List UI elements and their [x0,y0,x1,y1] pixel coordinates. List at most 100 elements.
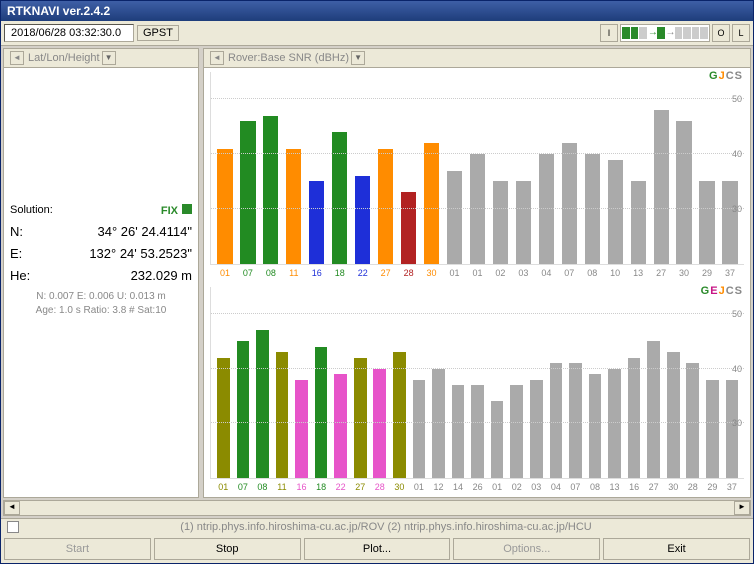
sat-bar: 30 [674,72,694,264]
sat-label: 28 [685,482,702,492]
stop-button[interactable]: Stop [154,538,301,560]
scroll-left-icon[interactable]: ◄ [4,501,20,515]
fix-indicator-icon [182,204,192,214]
age-ratio-stats: Age: 1.0 s Ratio: 3.8 # Sat:10 [10,304,192,318]
sat-bar: 07 [238,72,258,264]
sat-bar: 27 [352,287,369,479]
sat-label: 11 [284,268,304,278]
sat-bar: 01 [467,72,487,264]
sat-label: 27 [376,268,396,278]
sat-bar: 30 [422,72,442,264]
sat-bar: 07 [567,287,584,479]
sat-label: 01 [489,482,506,492]
sat-label: 27 [651,268,671,278]
exit-button[interactable]: Exit [603,538,750,560]
main-area: ◄ Lat/Lon/Height ▼ Solution: FIX N:34° 2… [1,46,753,500]
sat-bar: 01 [215,72,235,264]
sat-bar: 30 [391,287,408,479]
sat-bar: 04 [536,72,556,264]
sat-bar: 27 [651,72,671,264]
datetime-display: 2018/06/28 03:32:30.0 [4,24,134,42]
horizontal-scrollbar[interactable]: ◄ ► [3,500,751,516]
sat-label: 01 [215,482,232,492]
button-bar: Start Stop Plot... Options... Exit [1,535,753,563]
sat-bar: 08 [582,72,602,264]
sat-label: 11 [274,482,291,492]
sat-label: 08 [254,482,271,492]
gpst-button[interactable]: GPST [137,25,179,41]
sat-label: 16 [293,482,310,492]
indicator-l[interactable]: L [732,24,750,42]
sat-label: 07 [235,482,252,492]
sat-bar: 16 [293,287,310,479]
sat-label: 28 [399,268,419,278]
sat-bar: 02 [490,72,510,264]
sat-label: 28 [372,482,389,492]
indicator-o[interactable]: O [712,24,730,42]
sat-bar: 12 [430,287,447,479]
sat-bar: 27 [376,72,396,264]
status-text: (1) ntrip.phys.info.hiroshima-cu.ac.jp/R… [25,521,747,533]
sat-label: 22 [332,482,349,492]
left-prev-icon[interactable]: ◄ [10,51,24,65]
sat-label: 16 [626,482,643,492]
sat-bar: 01 [489,287,506,479]
left-dropdown-icon[interactable]: ▼ [102,51,116,65]
status-checkbox[interactable] [7,521,19,533]
sat-bar: 07 [235,287,252,479]
sat-bar: 02 [508,287,525,479]
sat-label: 13 [628,268,648,278]
sat-bar: 18 [330,72,350,264]
sat-bar: 08 [261,72,281,264]
sat-bar: 03 [528,287,545,479]
right-dropdown-icon[interactable]: ▼ [351,51,365,65]
snr-panel: ◄ Rover:Base SNR (dBHz) ▼ GJCS 010708111… [203,48,751,498]
sat-label: 08 [587,482,604,492]
accuracy-stats: N: 0.007 E: 0.006 U: 0.013 m [10,290,192,304]
sat-label: 14 [450,482,467,492]
height-label: He: [10,268,36,283]
lon-label: E: [10,246,36,261]
solution-panel-header: ◄ Lat/Lon/Height ▼ [4,49,198,68]
sat-label: 27 [352,482,369,492]
sat-label: 03 [513,268,533,278]
lat-value: 34° 26' 24.4114" [36,224,192,239]
plot-button[interactable]: Plot... [304,538,451,560]
sat-bar: 11 [274,287,291,479]
sat-label: 27 [645,482,662,492]
status-bar: (1) ntrip.phys.info.hiroshima-cu.ac.jp/R… [1,518,753,535]
sat-label: 03 [528,482,545,492]
sat-bar: 28 [372,287,389,479]
sat-label: 01 [445,268,465,278]
sat-bar: 03 [513,72,533,264]
sat-bar: 14 [450,287,467,479]
lat-label: N: [10,224,36,239]
sat-label: 04 [548,482,565,492]
sat-label: 37 [724,482,741,492]
scroll-right-icon[interactable]: ► [734,501,750,515]
sat-bar: 01 [215,287,232,479]
sat-bar: 22 [353,72,373,264]
stream-indicator-1: →→ [620,24,710,42]
sat-bar: 01 [445,72,465,264]
solution-label: Solution: [10,204,53,217]
sat-label: 29 [697,268,717,278]
sat-label: 01 [411,482,428,492]
sat-label: 07 [238,268,258,278]
sat-label: 30 [422,268,442,278]
sat-label: 18 [313,482,330,492]
options-button[interactable]: Options... [453,538,600,560]
app-window: RTKNAVI ver.2.4.2 2018/06/28 03:32:30.0 … [0,0,754,564]
indicator-i[interactable]: I [600,24,618,42]
sat-label: 08 [582,268,602,278]
sat-bar: 28 [399,72,419,264]
right-prev-icon[interactable]: ◄ [210,51,224,65]
toolbar: 2018/06/28 03:32:30.0 GPST I →→ O L [1,21,753,46]
sat-bar: 27 [645,287,662,479]
sat-label: 30 [665,482,682,492]
sat-bar: 29 [697,72,717,264]
start-button[interactable]: Start [4,538,151,560]
solution-panel-title: Lat/Lon/Height [28,52,100,64]
sat-label: 02 [490,268,510,278]
sat-label: 29 [704,482,721,492]
